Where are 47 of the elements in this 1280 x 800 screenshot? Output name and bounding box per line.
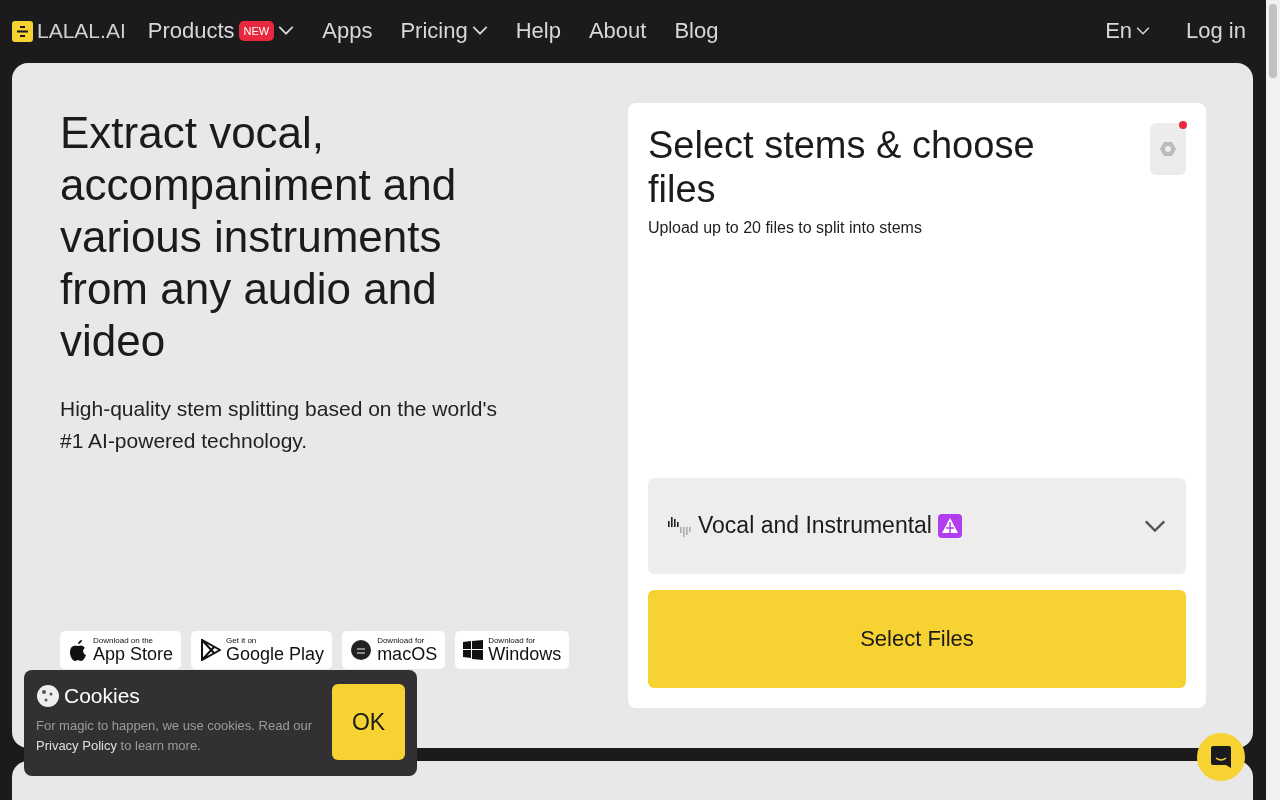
cookie-title: Cookies (64, 684, 140, 708)
caret-icon (1144, 520, 1166, 534)
privacy-policy-link[interactable]: Privacy Policy (36, 738, 117, 753)
nav-link[interactable]: About (588, 18, 647, 45)
store-caption: Download on the (93, 635, 155, 645)
new-badge: NEW (238, 21, 275, 42)
nav-link[interactable]: Pricing (400, 18, 488, 45)
macos-icon (350, 638, 373, 661)
store-name: macOS (377, 644, 438, 664)
cookie-icon (36, 684, 60, 708)
scrollbar-thumb[interactable] (1269, 4, 1277, 78)
hero-title: Extract vocal, accompaniment and various instruments from any audio and video (60, 106, 458, 367)
stem-label: Vocal and Instrumental (698, 512, 932, 540)
login-link[interactable]: Log in (1186, 18, 1246, 45)
settings-icon (1159, 139, 1177, 158)
cookie-text: For magic to happen, we use cookies. Read our Privacy Policy to learn more. (36, 717, 314, 755)
logo-text[interactable]: LALAL.AI (37, 19, 126, 44)
store-caption: Get it on (226, 635, 258, 645)
stem-dropdown[interactable]: Vocal and Instrumental (648, 477, 1186, 574)
store-name: Windows (488, 644, 562, 664)
store-caption: Download for (488, 635, 537, 645)
hero-subtitle: High-quality stem splitting based on the world's #1 AI-powered technology. (60, 395, 499, 454)
panel-subtitle: Upload up to 20 files to split into stems (648, 218, 923, 237)
nav-link[interactable]: Blog (674, 18, 719, 45)
store-caption: Download for (377, 635, 426, 645)
store-name: App Store (93, 644, 174, 664)
ok-button[interactable]: OK (332, 684, 405, 760)
settings-button[interactable] (1150, 122, 1186, 175)
store-badge[interactable]: Download for Windows (455, 630, 570, 669)
language-selector[interactable]: En (1105, 18, 1151, 45)
nav-link[interactable]: Help (515, 18, 561, 45)
play-store-icon (199, 638, 222, 661)
panel-title: Select stems & choose files (648, 122, 1036, 211)
store-name: Google Play (226, 644, 325, 664)
nav-link[interactable]: Apps (322, 18, 373, 45)
store-badge[interactable]: Get it on Google Play (191, 630, 333, 669)
waveform-icon (668, 514, 692, 537)
chat-icon (1210, 745, 1232, 769)
apple-icon (68, 638, 88, 661)
nav-link[interactable]: Products NEW (147, 18, 295, 45)
select-files-button[interactable]: Select Files (648, 589, 1186, 688)
logo-icon (12, 20, 33, 42)
pyramid-icon (938, 513, 962, 538)
caret-icon (1136, 27, 1151, 36)
store-badge[interactable]: Download on the App Store (60, 630, 182, 669)
windows-icon (463, 639, 484, 660)
store-badge[interactable]: Download for macOS (342, 630, 446, 669)
